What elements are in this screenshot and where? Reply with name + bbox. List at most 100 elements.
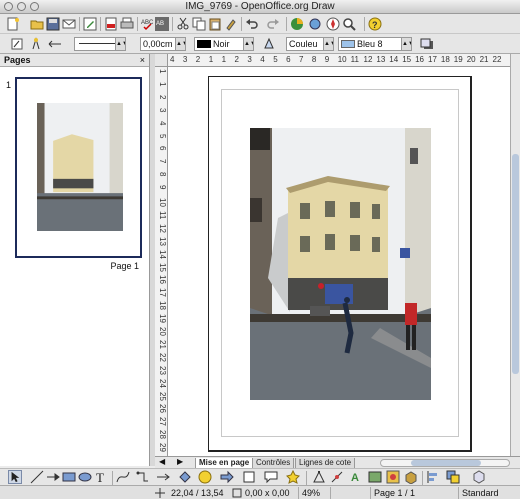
fill-type-select[interactable]: Couleu▲▼	[286, 37, 334, 51]
svg-text:AB: AB	[156, 21, 164, 27]
area-icon[interactable]	[262, 37, 276, 51]
open-folder-icon[interactable]	[30, 17, 44, 31]
horizontal-scrollbar[interactable]	[380, 459, 510, 467]
callouts-icon[interactable]	[264, 470, 278, 484]
ruler-tick-label: 2	[158, 94, 167, 100]
points-icon[interactable]	[312, 470, 326, 484]
line-color-swatch	[197, 40, 211, 48]
select-arrow-icon[interactable]	[8, 470, 22, 484]
ruler-tick-label: 17	[428, 55, 437, 64]
ruler-tick-label: 29	[158, 443, 167, 452]
ruler-tick-label: 1	[158, 81, 167, 87]
navigator-icon[interactable]	[326, 17, 340, 31]
svg-text:T: T	[96, 470, 104, 484]
horizontal-ruler[interactable]: 4 3 2 1 1 2 3 4 5 6 7 8 9 10 11 12 13 14 15 16 17 18 19 20 21 22	[168, 54, 510, 67]
line-color-select[interactable]: Noir▲▼	[194, 37, 254, 51]
ruler-tick-label: 8	[158, 172, 167, 177]
gallery-icon[interactable]	[386, 470, 400, 484]
close-panel-icon[interactable]: ×	[140, 54, 145, 67]
chart-icon[interactable]	[290, 17, 304, 31]
new-document-icon[interactable]	[6, 17, 20, 31]
line-icon[interactable]	[30, 37, 44, 51]
vertical-scroll-thumb[interactable]	[512, 154, 519, 374]
page-indicator: Page 1 / 1	[370, 487, 450, 499]
rectangle-tool-icon[interactable]	[62, 470, 76, 484]
paste-icon[interactable]	[208, 17, 222, 31]
stars-icon[interactable]	[286, 470, 300, 484]
fill-color-select[interactable]: Bleu 8▲▼	[338, 37, 412, 51]
ruler-tick-label: 3	[158, 107, 167, 113]
ruler-tick-label: 9	[158, 185, 167, 190]
symbol-shapes-icon[interactable]	[198, 470, 212, 484]
ruler-tick-label: 15	[402, 55, 412, 64]
lines-arrows-tool-icon[interactable]	[156, 470, 170, 484]
position-readout: 22,04 / 13,54	[171, 488, 224, 498]
line-arrow-tool-icon[interactable]	[46, 470, 60, 484]
horizontal-scroll-thumb[interactable]	[411, 460, 481, 466]
ruler-tick-label: 1	[208, 55, 214, 64]
layer-tab-bar: ◀ ▶ Mise en page Contrôles Lignes de cot…	[155, 456, 520, 469]
arrange-icon[interactable]	[446, 470, 460, 484]
edit-file-icon[interactable]	[83, 17, 97, 31]
ruler-tick-label: 23	[158, 365, 167, 375]
export-pdf-icon[interactable]	[104, 17, 118, 31]
ruler-tick-label: 22	[492, 55, 502, 64]
copy-icon[interactable]	[192, 17, 206, 31]
cut-icon[interactable]	[176, 17, 190, 31]
zoom-level[interactable]: 49%	[298, 487, 326, 499]
line-style-select[interactable]: ▲▼	[74, 37, 126, 51]
redo-icon[interactable]	[266, 17, 280, 31]
ruler-tick-label: 2	[234, 55, 239, 64]
page-thumbnail[interactable]	[15, 77, 142, 258]
vertical-scrollbar[interactable]	[510, 54, 520, 456]
tab-scroll-last-icon[interactable]: ▶	[177, 457, 183, 466]
line-fill-toolbar: ▲▼ 0,00cm▲▼ Noir▲▼ Couleu▲▼ Bleu 8▲▼	[0, 34, 520, 54]
curve-tool-icon[interactable]	[116, 470, 130, 484]
ruler-tick-label: 4	[170, 55, 175, 64]
help-icon[interactable]: ?	[368, 17, 382, 31]
window-title: IMG_9769 - OpenOffice.org Draw	[185, 1, 335, 12]
standard-toolbar: ABC AB ?	[0, 14, 520, 34]
ruler-tick-label: 12	[158, 223, 167, 233]
hyperlink-icon[interactable]	[308, 17, 322, 31]
ruler-tick-label: 1	[158, 69, 167, 74]
glue-points-icon[interactable]	[330, 470, 344, 484]
extrusion-icon[interactable]	[404, 470, 418, 484]
vertical-ruler[interactable]: 1 1 2 3 4 5 6 7 8 9 10 11 12 13 14 15 16 17 18 19 20 21 22 23 24…	[155, 67, 168, 456]
styles-icon[interactable]	[10, 37, 24, 51]
line-width-field[interactable]: 0,00cm▲▼	[140, 37, 186, 51]
align-icon[interactable]	[426, 470, 440, 484]
ruler-tick-label: 4	[260, 55, 265, 64]
block-arrows-icon[interactable]	[220, 470, 234, 484]
fontwork-icon[interactable]: A	[350, 470, 364, 484]
zoom-icon[interactable]	[342, 17, 356, 31]
clone-format-icon[interactable]	[224, 17, 238, 31]
basic-shapes-icon[interactable]	[178, 470, 192, 484]
save-icon[interactable]	[46, 17, 60, 31]
shadow-icon[interactable]	[420, 37, 434, 51]
spellcheck-icon[interactable]: ABC	[141, 17, 155, 31]
ruler-tick-label: 6	[286, 55, 291, 64]
tab-scroll-first-icon[interactable]: ◀	[159, 457, 165, 466]
arrow-style-icon[interactable]	[48, 37, 62, 51]
fill-color-swatch	[341, 40, 355, 48]
flowchart-icon[interactable]	[242, 470, 256, 484]
toggle-extrusion-icon[interactable]	[472, 470, 486, 484]
photo-image[interactable]	[250, 128, 431, 400]
ruler-tick-label: 17	[158, 288, 167, 298]
document-modified-indicator	[330, 487, 366, 499]
ruler-tick-label: 26	[158, 404, 167, 414]
text-tool-icon[interactable]: T	[94, 470, 108, 484]
ruler-tick-label: 8	[311, 55, 317, 64]
drawing-canvas[interactable]	[168, 67, 510, 456]
ruler-tick-label: 4	[158, 120, 167, 126]
line-tool-icon[interactable]	[30, 470, 44, 484]
autospellcheck-icon[interactable]: AB	[155, 17, 169, 31]
ellipse-tool-icon[interactable]	[78, 470, 92, 484]
connector-tool-icon[interactable]	[136, 470, 150, 484]
from-file-icon[interactable]	[368, 470, 382, 484]
ruler-tick-label: 21	[479, 55, 489, 64]
undo-icon[interactable]	[245, 17, 259, 31]
print-icon[interactable]	[120, 17, 134, 31]
email-icon[interactable]	[62, 17, 76, 31]
